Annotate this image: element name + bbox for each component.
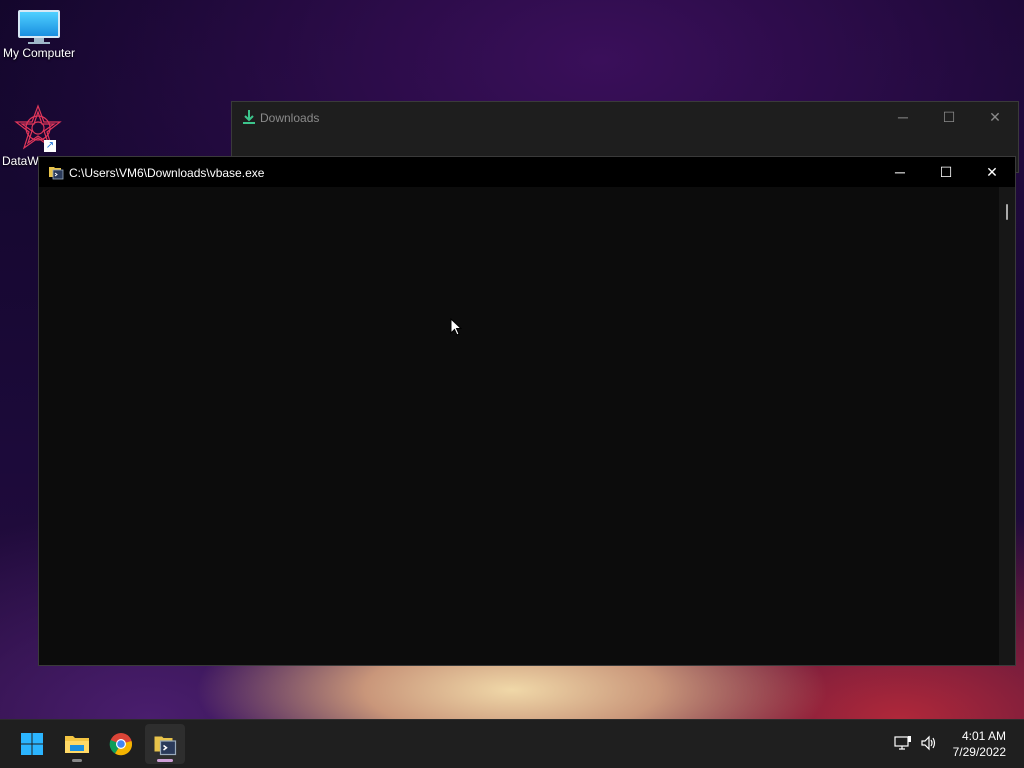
volume-icon [921,735,936,751]
taskbar-file-explorer[interactable] [57,724,97,764]
monitor-icon [18,10,60,44]
console-app-icon [154,736,177,756]
scrollbar-thumb[interactable] [1006,204,1008,220]
explorer-maximize-button[interactable]: ☐ [926,102,972,132]
explorer-close-button[interactable]: ✕ [972,102,1018,132]
explorer-window-controls: ─ ☐ ✕ [880,102,1018,132]
console-minimize-button[interactable]: ─ [877,157,923,187]
console-maximize-button[interactable]: ☐ [923,157,969,187]
chrome-icon [109,733,133,756]
console-output[interactable] [39,187,999,665]
console-window-controls: ─ ☐ ✕ [877,157,1015,187]
active-indicator [157,759,173,762]
start-button[interactable] [12,724,52,764]
clock-time: 4:01 AM [961,729,1006,743]
network-icon [894,736,911,750]
clock-date: 7/29/2022 [952,745,1006,759]
datawin-star-icon: ↗ [14,104,62,152]
clock[interactable]: 4:01 AM 7/29/2022 [953,728,1006,760]
console-window[interactable]: C:\Users\VM6\Downloads\vbase.exe ─ ☐ ✕ [38,156,1016,666]
windows-logo-icon [21,733,43,755]
console-app-icon [49,167,64,180]
taskbar-chrome[interactable] [101,724,141,764]
shortcut-arrow-icon: ↗ [44,140,56,152]
console-close-button[interactable]: ✕ [969,157,1015,187]
folder-icon [65,736,89,753]
mouse-pointer-icon [450,318,462,336]
explorer-minimize-button[interactable]: ─ [880,102,926,132]
desktop-icon-label: My Computer [2,46,76,60]
taskbar-vbase-console[interactable] [145,724,185,764]
console-scrollbar[interactable] [999,187,1015,665]
console-titlebar[interactable]: C:\Users\VM6\Downloads\vbase.exe ─ ☐ ✕ [39,157,1015,187]
running-indicator [72,759,82,762]
desktop-icon-my-computer[interactable]: My Computer [0,8,78,60]
explorer-title: Downloads [260,111,320,125]
system-icons[interactable] [894,735,938,751]
taskbar: 4:01 AM 7/29/2022 [0,719,1024,768]
download-arrow-icon [243,110,255,124]
console-title: C:\Users\VM6\Downloads\vbase.exe [69,166,265,180]
